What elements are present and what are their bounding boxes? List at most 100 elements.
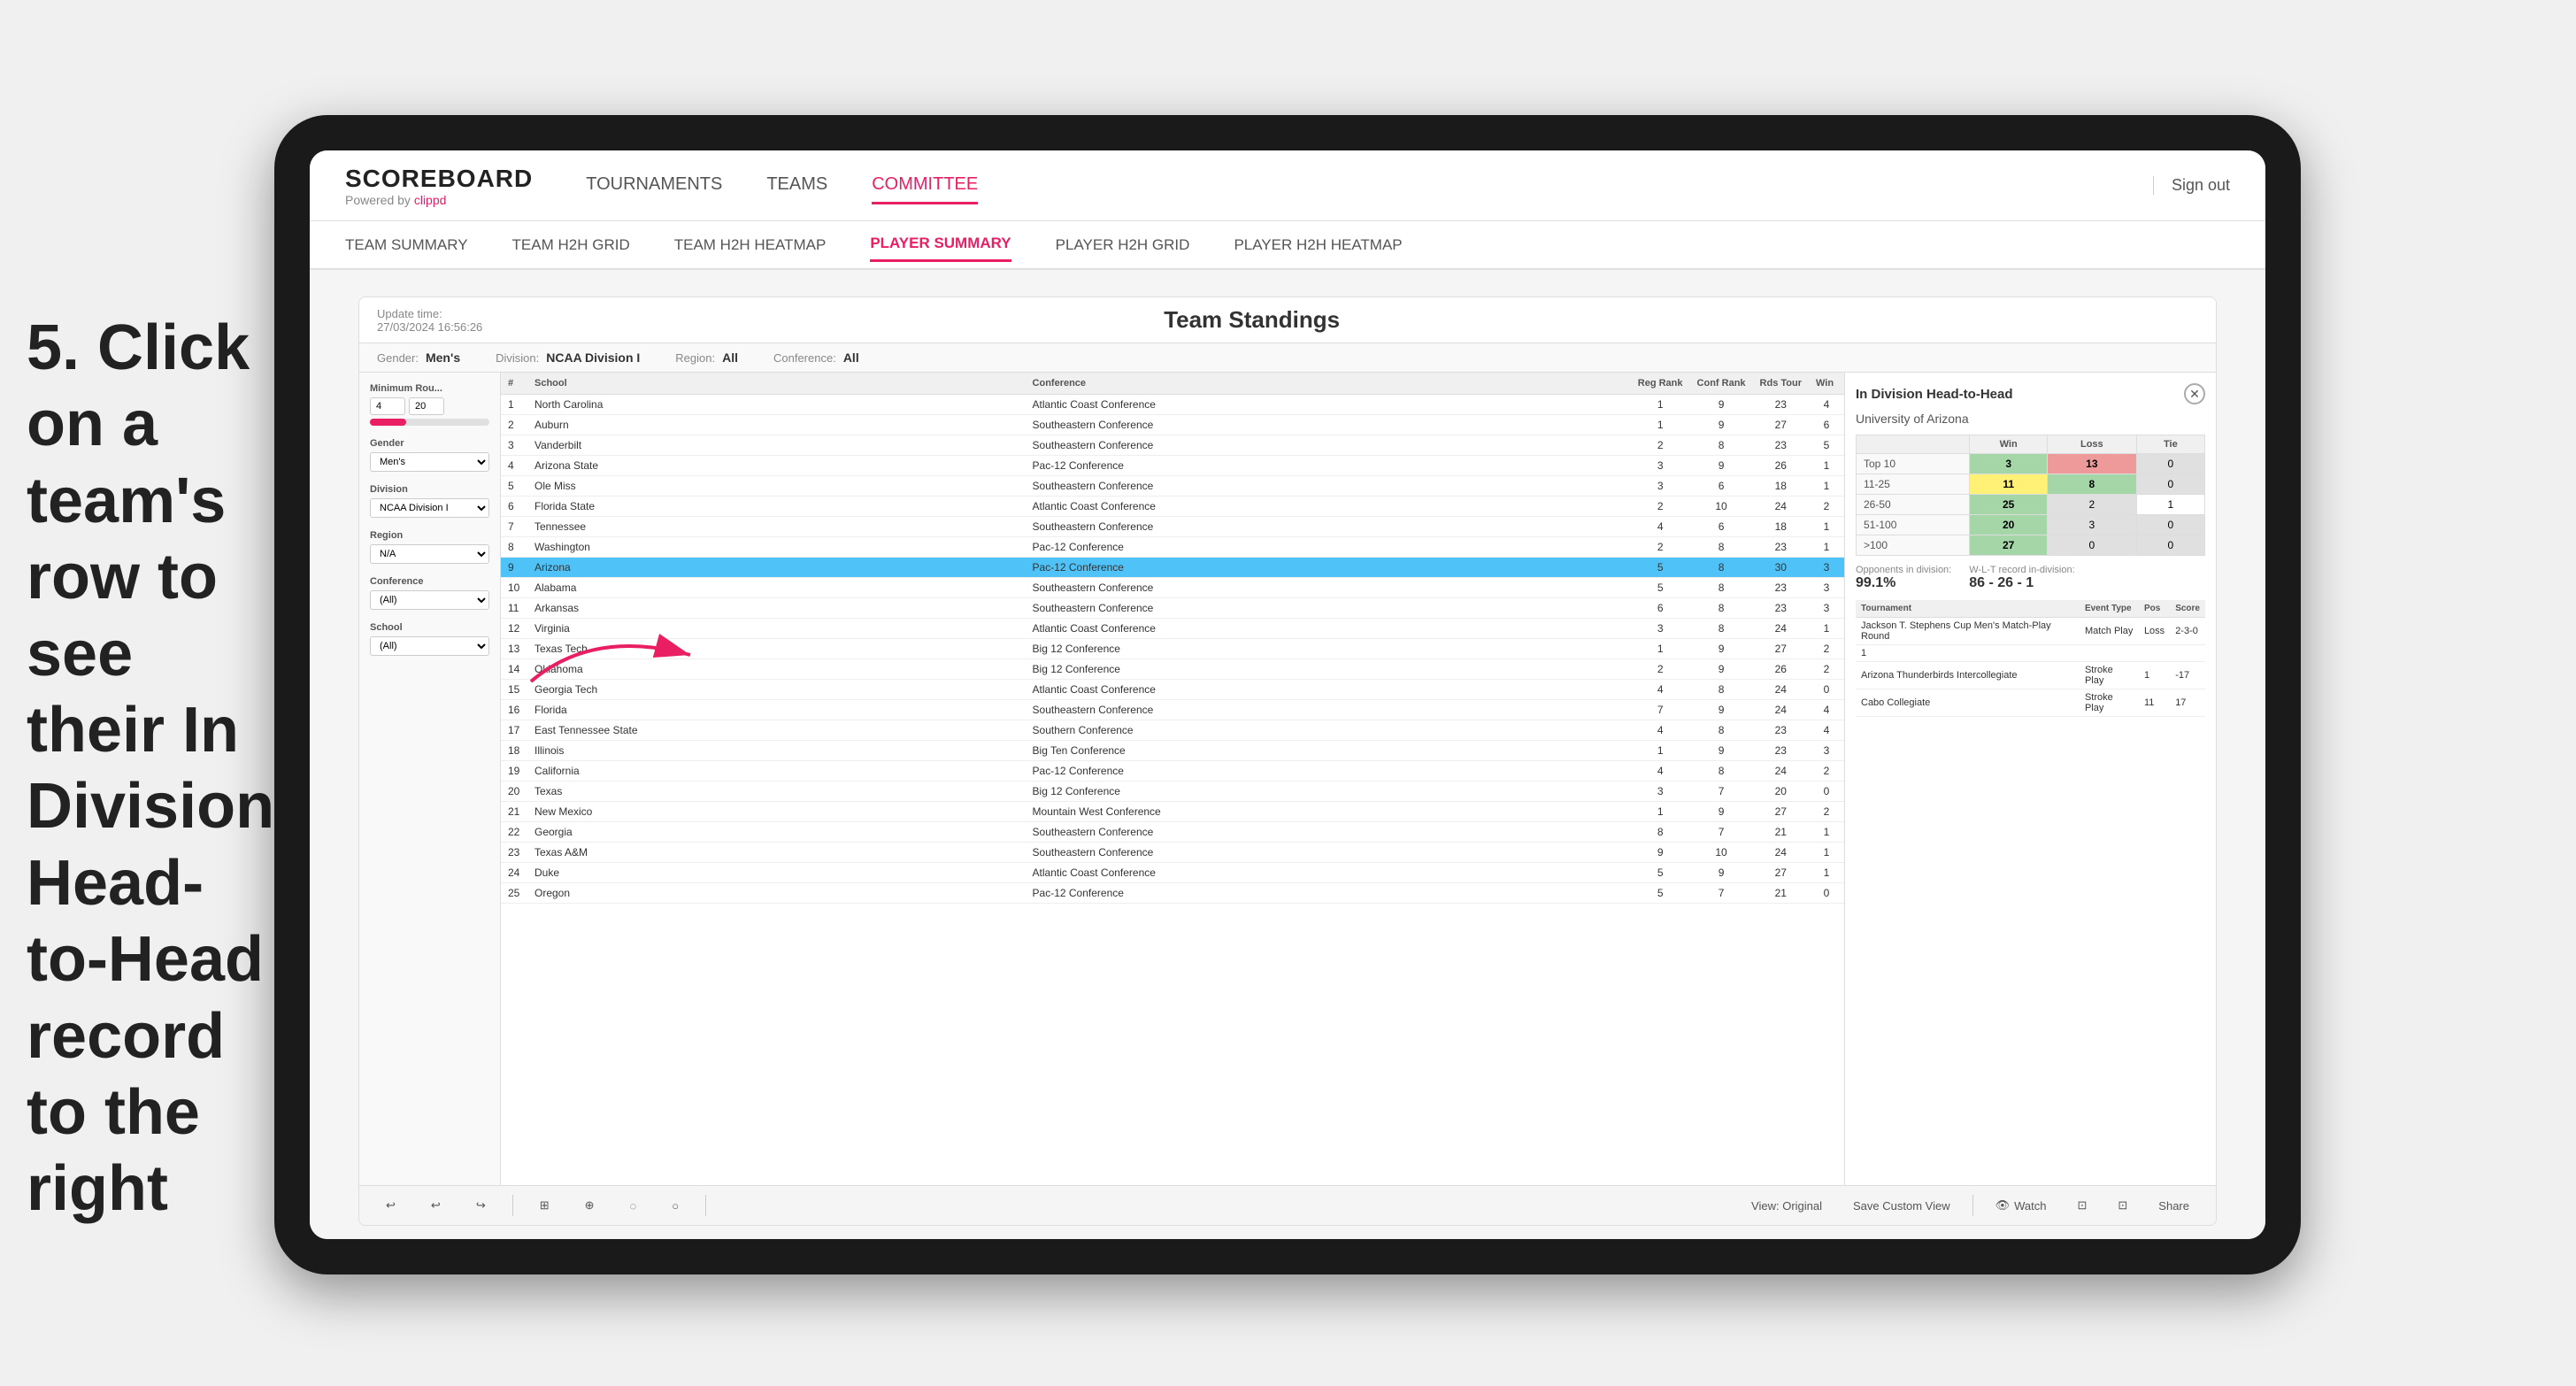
conference-select[interactable]: (All) (370, 590, 489, 610)
cell-rds-tour: 30 (1753, 558, 1809, 578)
cell-win: 2 (1809, 802, 1844, 822)
tournament-row[interactable]: Jackson T. Stephens Cup Men's Match-Play… (1856, 618, 2205, 645)
table-row[interactable]: 5 Ole Miss Southeastern Conference 3 6 1… (501, 476, 1844, 497)
sign-out-button[interactable]: Sign out (2153, 176, 2230, 195)
cell-rank: 9 (501, 558, 527, 578)
table-row[interactable]: 2 Auburn Southeastern Conference 1 9 27 … (501, 415, 1844, 435)
h2h-close-button[interactable]: ✕ (2184, 383, 2205, 404)
cell-reg-rank: 4 (1631, 517, 1690, 537)
tournament-row[interactable]: Cabo Collegiate Stroke Play 11 17 (1856, 689, 2205, 717)
cell-reg-rank: 2 (1631, 659, 1690, 680)
sub-nav-team-h2h-grid[interactable]: TEAM H2H GRID (512, 229, 630, 261)
cell-conf-rank: 8 (1690, 619, 1753, 639)
school-select[interactable]: (All) (370, 636, 489, 656)
clock-button[interactable]: ○ (663, 1196, 688, 1216)
share-button[interactable]: Share (2149, 1196, 2198, 1216)
redo-button[interactable]: ↪ (467, 1195, 495, 1216)
icon-btn-2[interactable]: ⊡ (2109, 1195, 2136, 1216)
cell-school: Illinois (527, 741, 1026, 761)
cell-win: 2 (1809, 639, 1844, 659)
cell-conf-rank: 7 (1690, 782, 1753, 802)
cell-win: 2 (1809, 761, 1844, 782)
cell-rds-tour: 26 (1753, 659, 1809, 680)
table-row[interactable]: 9 Arizona Pac-12 Conference 5 8 30 3 (501, 558, 1844, 578)
sub-nav-team-summary[interactable]: TEAM SUMMARY (345, 229, 468, 261)
cell-reg-rank: 4 (1631, 761, 1690, 782)
tournament-row[interactable]: 1 (1856, 645, 2205, 662)
nav-item-committee[interactable]: COMMITTEE (872, 167, 978, 204)
h2h-col-win: Win (1970, 435, 2048, 454)
back-button[interactable]: ↩ (422, 1195, 450, 1216)
table-row[interactable]: 19 California Pac-12 Conference 4 8 24 2 (501, 761, 1844, 782)
region-select[interactable]: N/A (370, 544, 489, 564)
table-row[interactable]: 4 Arizona State Pac-12 Conference 3 9 26… (501, 456, 1844, 476)
cell-conference: Southeastern Conference (1026, 843, 1631, 863)
table-row[interactable]: 11 Arkansas Southeastern Conference 6 8 … (501, 598, 1844, 619)
cell-rank: 8 (501, 537, 527, 558)
table-row[interactable]: 20 Texas Big 12 Conference 3 7 20 0 (501, 782, 1844, 802)
h2h-header: In Division Head-to-Head ✕ (1856, 383, 2205, 404)
table-row[interactable]: 25 Oregon Pac-12 Conference 5 7 21 0 (501, 883, 1844, 904)
cell-conference: Southeastern Conference (1026, 578, 1631, 598)
table-row[interactable]: 1 North Carolina Atlantic Coast Conferen… (501, 395, 1844, 415)
tournament-table: Tournament Event Type Pos Score Jackson … (1856, 600, 2205, 717)
h2h-row-top10[interactable]: Top 10 3 13 0 (1857, 454, 2205, 474)
table-row[interactable]: 7 Tennessee Southeastern Conference 4 6 … (501, 517, 1844, 537)
watch-button[interactable]: 👁 Watch (1987, 1195, 2056, 1216)
min-rounds-input[interactable] (370, 397, 405, 415)
sub-nav-player-h2h-heatmap[interactable]: PLAYER H2H HEATMAP (1234, 229, 1402, 261)
table-row[interactable]: 10 Alabama Southeastern Conference 5 8 2… (501, 578, 1844, 598)
table-row[interactable]: 18 Illinois Big Ten Conference 1 9 23 3 (501, 741, 1844, 761)
table-row[interactable]: 15 Georgia Tech Atlantic Coast Conferenc… (501, 680, 1844, 700)
save-custom-button[interactable]: Save Custom View (1844, 1196, 1959, 1216)
range-slider[interactable] (370, 419, 489, 426)
grid-button[interactable]: ⊞ (531, 1195, 558, 1216)
sub-nav-player-h2h-grid[interactable]: PLAYER H2H GRID (1056, 229, 1190, 261)
table-row[interactable]: 17 East Tennessee State Southern Confere… (501, 720, 1844, 741)
col-rds-tour: Rds Tour (1753, 373, 1809, 395)
h2h-row-51100[interactable]: 51-100 20 3 0 (1857, 515, 2205, 535)
h2h-row-2650[interactable]: 26-50 25 2 1 (1857, 495, 2205, 515)
cell-rds-tour: 26 (1753, 456, 1809, 476)
icon-btn-1[interactable]: ⊡ (2068, 1195, 2095, 1216)
table-row[interactable]: 14 Oklahoma Big 12 Conference 2 9 26 2 (501, 659, 1844, 680)
cell-reg-rank: 5 (1631, 883, 1690, 904)
cell-school: North Carolina (527, 395, 1026, 415)
h2h-tie-51100: 0 (2136, 515, 2204, 535)
table-row[interactable]: 13 Texas Tech Big 12 Conference 1 9 27 2 (501, 639, 1844, 659)
table-row[interactable]: 3 Vanderbilt Southeastern Conference 2 8… (501, 435, 1844, 456)
gender-filter-label: Gender (370, 438, 489, 449)
sub-nav: TEAM SUMMARY TEAM H2H GRID TEAM H2H HEAT… (310, 221, 2265, 270)
add-button[interactable]: ⊕ (576, 1195, 604, 1216)
table-row[interactable]: 23 Texas A&M Southeastern Conference 9 1… (501, 843, 1844, 863)
view-original-button[interactable]: View: Original (1742, 1196, 1831, 1216)
cell-conf-rank: 9 (1690, 415, 1753, 435)
cell-rds-tour: 27 (1753, 415, 1809, 435)
h2h-loss-1125: 8 (2047, 474, 2136, 495)
cell-school: Oregon (527, 883, 1026, 904)
tourn-score: -17 (2170, 662, 2205, 689)
table-row[interactable]: 16 Florida Southeastern Conference 7 9 2… (501, 700, 1844, 720)
nav-item-tournaments[interactable]: TOURNAMENTS (586, 167, 722, 204)
table-row[interactable]: 6 Florida State Atlantic Coast Conferenc… (501, 497, 1844, 517)
min-rounds-max-input[interactable] (409, 397, 444, 415)
gender-select[interactable]: Men's (370, 452, 489, 472)
table-row[interactable]: 12 Virginia Atlantic Coast Conference 3 … (501, 619, 1844, 639)
cell-conf-rank: 8 (1690, 720, 1753, 741)
nav-item-teams[interactable]: TEAMS (766, 167, 827, 204)
table-row[interactable]: 8 Washington Pac-12 Conference 2 8 23 1 (501, 537, 1844, 558)
undo-button[interactable]: ↩ (377, 1195, 404, 1216)
sub-nav-player-summary[interactable]: PLAYER SUMMARY (870, 227, 1011, 262)
h2h-row-1125[interactable]: 11-25 11 8 0 (1857, 474, 2205, 495)
circle-button[interactable]: ◌ (621, 1196, 646, 1216)
division-select[interactable]: NCAA Division I (370, 498, 489, 518)
table-row[interactable]: 21 New Mexico Mountain West Conference 1… (501, 802, 1844, 822)
filter-gender-label: Gender: (377, 351, 419, 365)
cell-conf-rank: 8 (1690, 558, 1753, 578)
h2h-row-gt100[interactable]: >100 27 0 0 (1857, 535, 2205, 556)
tournament-row[interactable]: Arizona Thunderbirds Intercollegiate Str… (1856, 662, 2205, 689)
table-row[interactable]: 22 Georgia Southeastern Conference 8 7 2… (501, 822, 1844, 843)
sub-nav-team-h2h-heatmap[interactable]: TEAM H2H HEATMAP (674, 229, 827, 261)
table-row[interactable]: 24 Duke Atlantic Coast Conference 5 9 27… (501, 863, 1844, 883)
cell-reg-rank: 4 (1631, 720, 1690, 741)
